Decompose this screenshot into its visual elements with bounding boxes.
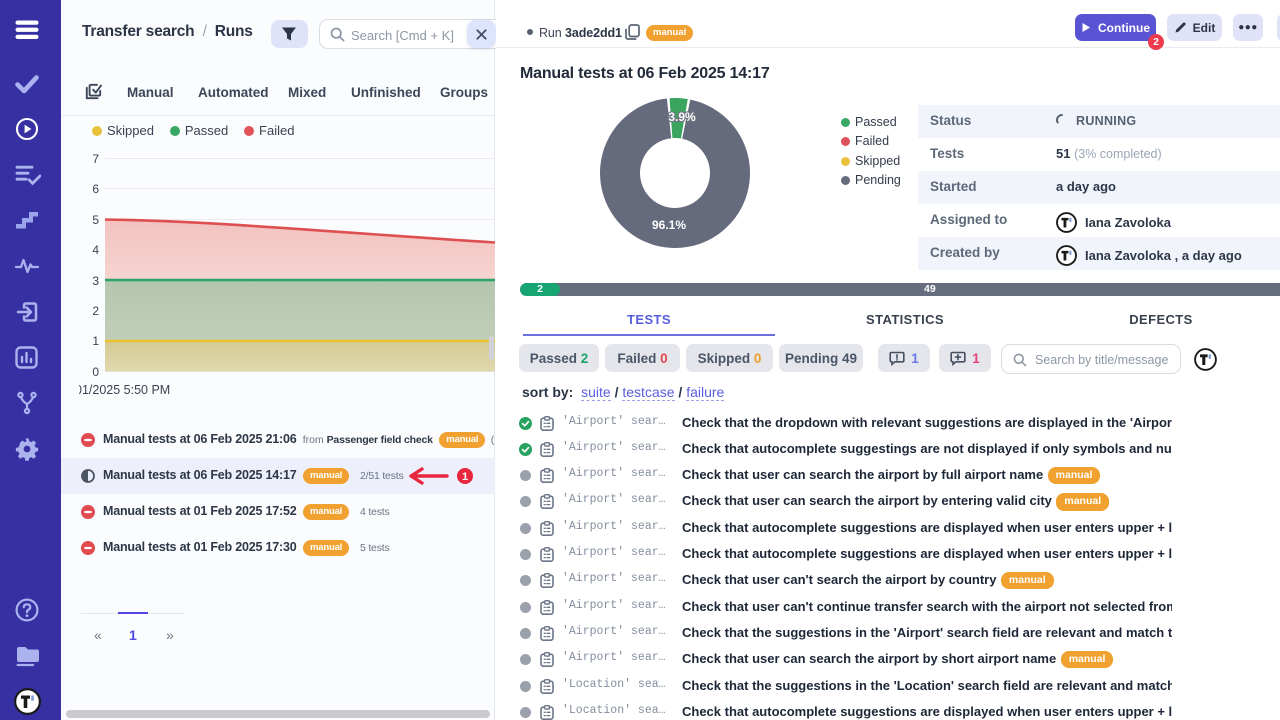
svg-text:7: 7 — [92, 152, 99, 166]
svg-text:1: 1 — [92, 334, 99, 348]
svg-text:6: 6 — [92, 182, 99, 196]
svg-text:4: 4 — [92, 243, 99, 257]
svg-text:3: 3 — [92, 274, 99, 288]
svg-text:96.1%: 96.1% — [652, 218, 686, 232]
svg-text:0: 0 — [92, 365, 99, 379]
svg-text:1: 1 — [462, 471, 468, 483]
svg-text:3.9%: 3.9% — [668, 110, 696, 124]
svg-text:5: 5 — [92, 213, 99, 227]
svg-text:2: 2 — [92, 304, 99, 318]
